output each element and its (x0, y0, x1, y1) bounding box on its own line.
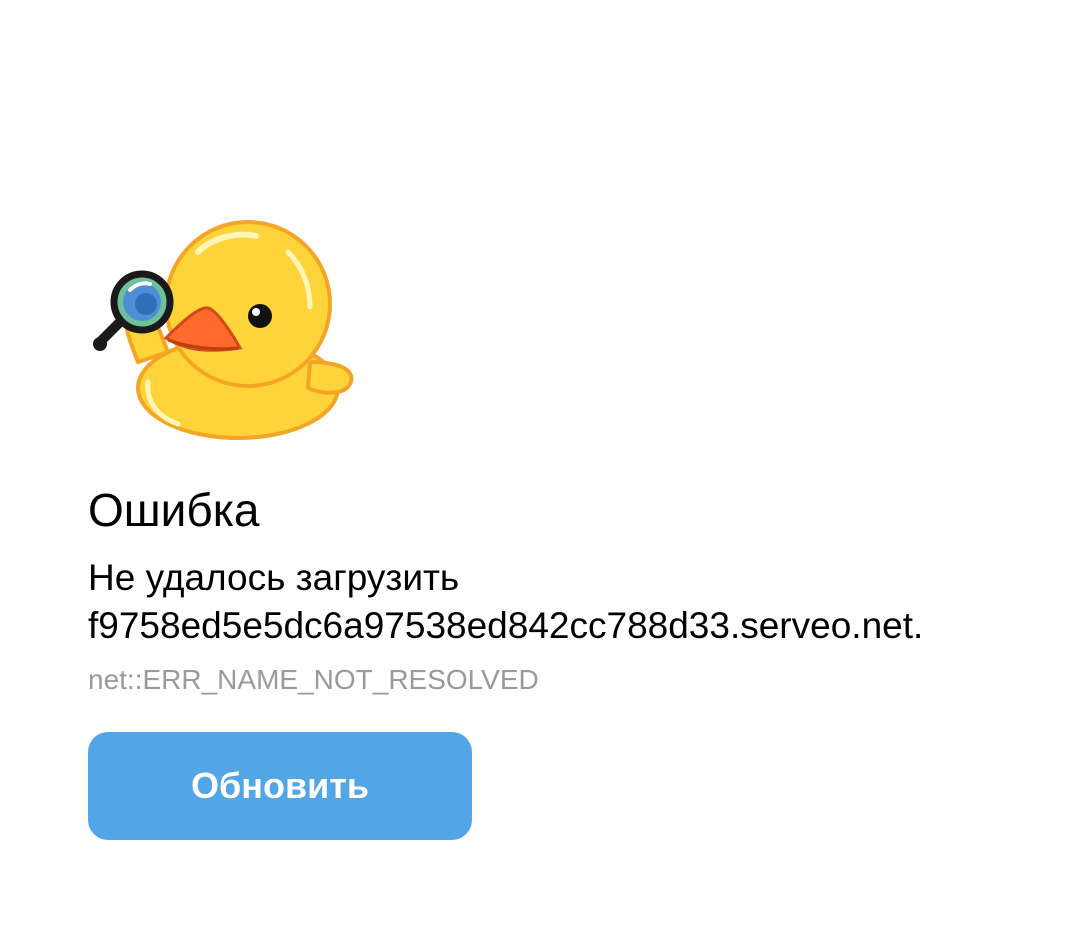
reload-button-label: Обновить (191, 765, 369, 806)
error-host: f9758ed5e5dc6a97538ed842cc788d33.serveo.… (88, 605, 914, 646)
error-message: Не удалось загрузить f9758ed5e5dc6a97538… (88, 554, 1008, 650)
reload-button[interactable]: Обновить (88, 732, 472, 840)
error-message-prefix: Не удалось загрузить (88, 557, 460, 598)
error-code: net::ERR_NAME_NOT_RESOLVED (88, 664, 539, 695)
error-title: Ошибка (88, 484, 260, 536)
duck-with-magnifier-icon (88, 212, 368, 448)
error-message-suffix: . (913, 605, 924, 646)
